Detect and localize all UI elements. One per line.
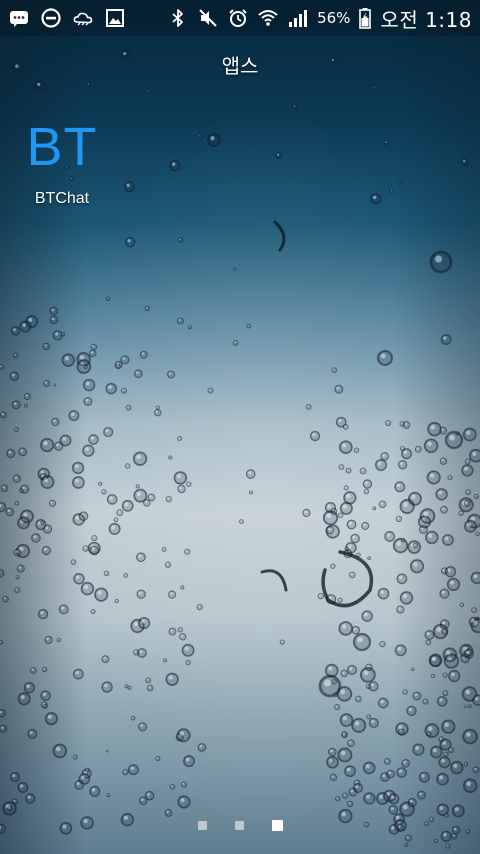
page-dot-2[interactable] [234, 820, 244, 830]
bluetooth-icon [167, 7, 189, 29]
gallery-icon [104, 7, 126, 29]
do-not-disturb-icon [40, 7, 62, 29]
page-dot-3-active[interactable] [271, 819, 283, 831]
alarm-icon [227, 7, 249, 29]
clock: 오전 1:18 [380, 7, 472, 32]
status-bar: 56% 오전 1:18 [0, 0, 480, 36]
wifi-icon [257, 7, 279, 29]
btchat-app-icon[interactable]: BT [12, 112, 112, 182]
page-title: 앱스 [221, 54, 259, 78]
signal-icon [287, 7, 309, 29]
battery-percentage: 56% [317, 9, 351, 27]
message-icon [8, 7, 30, 29]
battery-charging-icon [358, 7, 372, 29]
app-btchat[interactable]: BT BTChat [12, 112, 112, 208]
page-dot-1[interactable] [197, 820, 207, 830]
app-label: BTChat [34, 190, 90, 207]
page-indicator [0, 818, 480, 832]
weather-icon [72, 7, 94, 29]
mute-icon [197, 7, 219, 29]
home-screen: 56% 오전 1:18 앱스 BT BTChat [0, 0, 480, 854]
